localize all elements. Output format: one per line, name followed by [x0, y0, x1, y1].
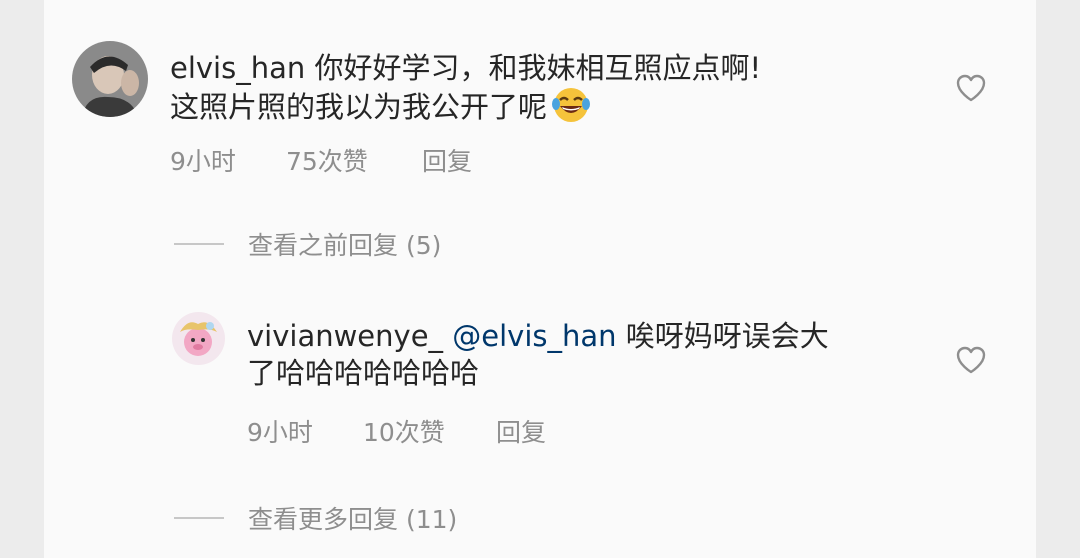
- like-heart-icon[interactable]: [955, 73, 987, 103]
- view-more-replies[interactable]: 查看更多回复 (11): [174, 500, 554, 534]
- reply-likes[interactable]: 10次赞: [363, 413, 445, 449]
- reply-time: 9小时: [247, 418, 313, 447]
- reply-reply-button[interactable]: 回复: [496, 413, 546, 449]
- divider-line: [174, 243, 224, 245]
- comment-body-line2: 这照片照的我以为我公开了呢: [170, 84, 591, 127]
- comment-text-line1: 你好好学习，和我妹相互照应点啊!: [314, 51, 762, 85]
- divider-line: [174, 517, 224, 519]
- reply-text-line1: 唉呀妈呀误会大: [625, 319, 829, 353]
- avatar-vivianwenye[interactable]: [172, 312, 225, 365]
- comment-username[interactable]: elvis_han: [170, 51, 305, 85]
- reply-body-line2: 了哈哈哈哈哈哈哈: [247, 353, 479, 393]
- comment-reply-button[interactable]: 回复: [422, 142, 472, 178]
- comment-meta: 9小时 75次赞 回复: [170, 142, 490, 176]
- comment-time: 9小时: [170, 147, 236, 176]
- reply-username[interactable]: vivianwenye_: [247, 319, 443, 353]
- avatar-elvis-han[interactable]: [72, 41, 148, 117]
- laughing-emoji-icon: [551, 84, 591, 124]
- view-more-replies-label[interactable]: 查看更多回复 (11): [248, 500, 457, 536]
- comment-text-line2: 这照片照的我以为我公开了呢: [170, 90, 548, 124]
- view-previous-replies-label[interactable]: 查看之前回复 (5): [248, 226, 441, 262]
- reply-text-line2: 了哈哈哈哈哈哈哈: [247, 356, 480, 390]
- comment-likes[interactable]: 75次赞: [286, 142, 368, 178]
- reply-meta: 9小时 10次赞 回复: [247, 413, 567, 447]
- reply-like-heart-icon[interactable]: [955, 345, 987, 375]
- view-previous-replies[interactable]: 查看之前回复 (5): [174, 226, 534, 260]
- reply-body: vivianwenye_ @elvis_han 唉呀妈呀误会大: [247, 316, 829, 356]
- reply-mention[interactable]: @elvis_han: [452, 319, 616, 353]
- comment-body: elvis_han 你好好学习，和我妹相互照应点啊!: [170, 48, 761, 88]
